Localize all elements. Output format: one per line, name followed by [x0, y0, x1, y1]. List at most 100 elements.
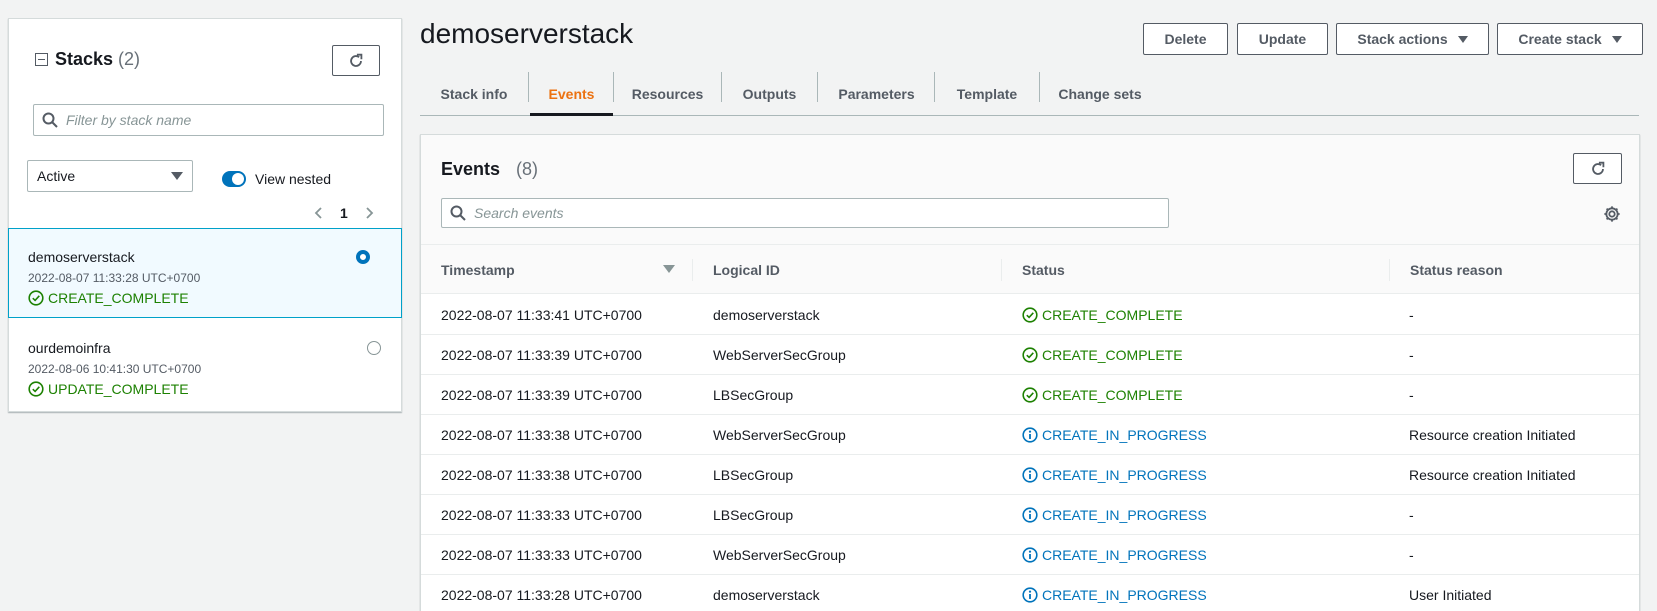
- check-circle-icon: [1022, 347, 1038, 363]
- view-nested-toggle-group[interactable]: View nested: [222, 171, 331, 187]
- event-status-reason: Resource creation Initiated: [1409, 467, 1576, 483]
- event-status-label: CREATE_COMPLETE: [1042, 387, 1183, 403]
- event-timestamp: 2022-08-07 11:33:38 UTC+0700: [441, 467, 642, 483]
- stacks-pagination: 1: [312, 205, 376, 221]
- caret-down-icon: [1457, 35, 1468, 43]
- column-divider: [692, 259, 693, 281]
- tab-events[interactable]: Events: [530, 72, 613, 116]
- search-icon: [450, 205, 466, 221]
- event-timestamp: 2022-08-07 11:33:39 UTC+0700: [441, 387, 642, 403]
- events-table-header: Timestamp Logical ID Status Status reaso…: [421, 245, 1639, 294]
- event-status-reason: -: [1409, 547, 1414, 563]
- event-logical-id: WebServerSecGroup: [713, 347, 846, 363]
- stack-list-item[interactable]: demoserverstack 2022-08-07 11:33:28 UTC+…: [8, 228, 402, 318]
- column-divider: [1389, 259, 1390, 281]
- event-status-label: CREATE_IN_PROGRESS: [1042, 547, 1207, 563]
- events-title: Events: [441, 159, 501, 179]
- stack-actions-button[interactable]: Stack actions: [1336, 23, 1489, 55]
- event-timestamp: 2022-08-07 11:33:33 UTC+0700: [441, 547, 642, 563]
- tab-outputs[interactable]: Outputs: [722, 72, 817, 116]
- event-status-reason: Resource creation Initiated: [1409, 427, 1576, 443]
- event-timestamp: 2022-08-07 11:33:38 UTC+0700: [441, 427, 642, 443]
- table-row: 2022-08-07 11:33:39 UTC+0700 WebServerSec…: [421, 335, 1639, 375]
- stack-filter-input[interactable]: [66, 112, 383, 128]
- stacks-refresh-button[interactable]: [332, 45, 380, 76]
- event-status[interactable]: CREATE_COMPLETE: [1022, 295, 1183, 335]
- table-row: 2022-08-07 11:33:28 UTC+0700 demoserverst…: [421, 575, 1639, 611]
- event-status-reason: -: [1409, 347, 1414, 363]
- stack-name[interactable]: demoserverstack: [28, 249, 401, 265]
- tab-change-sets[interactable]: Change sets: [1040, 72, 1160, 116]
- create-stack-button[interactable]: Create stack: [1497, 23, 1643, 55]
- column-divider: [1001, 259, 1002, 281]
- events-refresh-button[interactable]: [1573, 153, 1622, 184]
- stacks-panel: Stacks (2) Active View nested 1 demoserv…: [8, 18, 402, 412]
- tab-parameters[interactable]: Parameters: [818, 72, 935, 116]
- chevron-right-icon[interactable]: [362, 206, 376, 220]
- tab-template[interactable]: Template: [935, 72, 1039, 116]
- column-header-timestamp[interactable]: Timestamp: [441, 245, 515, 294]
- stacks-title: Stacks: [55, 49, 114, 69]
- stack-status-select-value: Active: [37, 168, 76, 184]
- events-panel: Events (8) Timestamp Logical ID Statu: [420, 134, 1640, 611]
- event-logical-id: WebServerSecGroup: [713, 427, 846, 443]
- event-status-label: CREATE_COMPLETE: [1042, 307, 1183, 323]
- chevron-left-icon[interactable]: [312, 206, 326, 220]
- event-timestamp: 2022-08-07 11:33:41 UTC+0700: [441, 307, 642, 323]
- stack-list-item[interactable]: ourdemoinfra 2022-08-06 10:41:30 UTC+070…: [9, 320, 401, 410]
- stack-filter-search[interactable]: [33, 104, 384, 136]
- delete-button[interactable]: Delete: [1143, 23, 1228, 55]
- stack-created-time: 2022-08-06 10:41:30 UTC+0700: [28, 362, 202, 376]
- stack-status: UPDATE_COMPLETE: [28, 381, 401, 397]
- tab-resources[interactable]: Resources: [614, 72, 721, 116]
- event-status[interactable]: CREATE_COMPLETE: [1022, 375, 1183, 415]
- events-search-input[interactable]: [474, 205, 1168, 221]
- events-count: (8): [516, 159, 538, 179]
- event-status-reason: -: [1409, 507, 1414, 523]
- collapse-icon[interactable]: [35, 53, 48, 66]
- event-status[interactable]: CREATE_IN_PROGRESS: [1022, 575, 1207, 611]
- refresh-icon: [350, 53, 363, 67]
- events-header: Events (8): [421, 135, 1639, 245]
- stack-select-radio[interactable]: [356, 250, 370, 264]
- stack-select-radio[interactable]: [367, 341, 381, 355]
- event-status-label: CREATE_IN_PROGRESS: [1042, 507, 1207, 523]
- event-timestamp: 2022-08-07 11:33:39 UTC+0700: [441, 347, 642, 363]
- event-status-label: CREATE_IN_PROGRESS: [1042, 587, 1207, 603]
- check-circle-icon: [1022, 307, 1038, 323]
- info-circle-icon: [1022, 547, 1038, 563]
- stacks-header: Stacks (2): [35, 49, 140, 70]
- event-status[interactable]: CREATE_IN_PROGRESS: [1022, 455, 1207, 495]
- stack-name[interactable]: ourdemoinfra: [28, 340, 401, 356]
- event-logical-id: LBSecGroup: [713, 467, 794, 483]
- event-status[interactable]: CREATE_IN_PROGRESS: [1022, 535, 1207, 575]
- event-status[interactable]: CREATE_COMPLETE: [1022, 335, 1183, 375]
- stack-status-select[interactable]: Active: [27, 160, 193, 192]
- stacks-count: (2): [118, 49, 141, 69]
- event-status[interactable]: CREATE_IN_PROGRESS: [1022, 415, 1207, 455]
- view-nested-toggle[interactable]: [222, 171, 246, 187]
- table-row: 2022-08-07 11:33:38 UTC+0700 LBSecGroup CR…: [421, 455, 1639, 495]
- event-status-reason: User Initiated: [1409, 587, 1492, 603]
- sort-descending-icon[interactable]: [663, 265, 675, 273]
- event-logical-id: WebServerSecGroup: [713, 547, 846, 563]
- check-circle-icon: [28, 290, 44, 306]
- update-button[interactable]: Update: [1237, 23, 1328, 55]
- stack-tabs: Stack info Events Resources Outputs Para…: [420, 72, 1639, 116]
- event-status-reason: -: [1409, 307, 1414, 323]
- info-circle-icon: [1022, 427, 1038, 443]
- table-row: 2022-08-07 11:33:33 UTC+0700 LBSecGroup CR…: [421, 495, 1639, 535]
- column-header-status[interactable]: Status: [1022, 245, 1065, 294]
- event-status[interactable]: CREATE_IN_PROGRESS: [1022, 495, 1207, 535]
- page-number[interactable]: 1: [340, 205, 348, 221]
- delete-button-label: Delete: [1164, 31, 1207, 47]
- info-circle-icon: [1022, 587, 1038, 603]
- event-logical-id: LBSecGroup: [713, 387, 794, 403]
- gear-icon[interactable]: [1603, 205, 1621, 223]
- tab-stack-info[interactable]: Stack info: [420, 72, 528, 116]
- stack-status-label: UPDATE_COMPLETE: [48, 381, 189, 397]
- column-header-status-reason[interactable]: Status reason: [1410, 245, 1503, 294]
- event-status-label: CREATE_IN_PROGRESS: [1042, 467, 1207, 483]
- column-header-logical-id[interactable]: Logical ID: [713, 245, 780, 294]
- events-search[interactable]: [441, 198, 1169, 228]
